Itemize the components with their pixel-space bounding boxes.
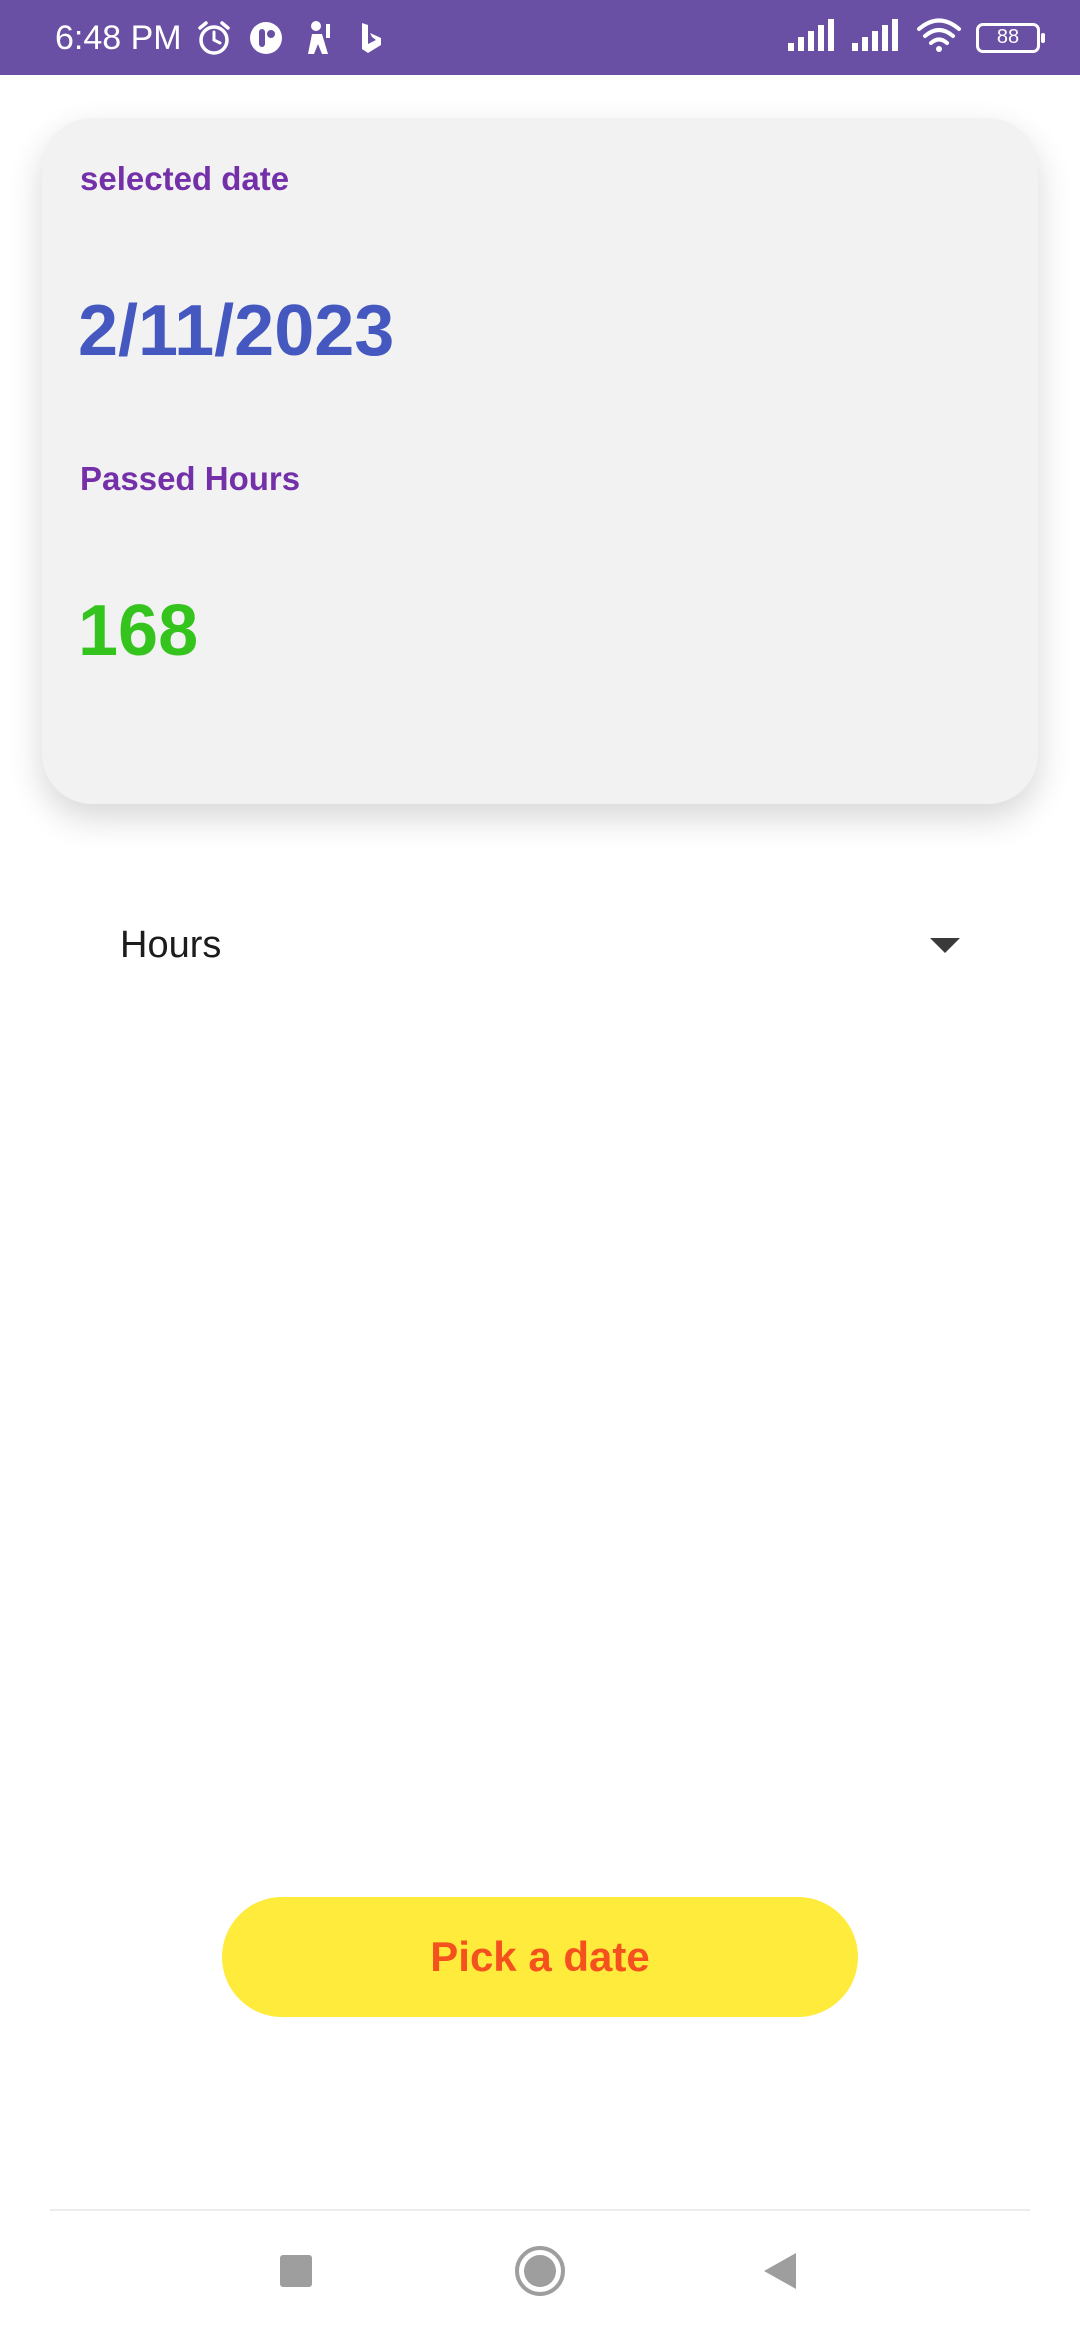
person-icon — [298, 18, 338, 58]
signal-icon — [788, 19, 838, 56]
pick-date-button[interactable]: Pick a date — [222, 1897, 858, 2017]
home-icon — [515, 2246, 565, 2296]
wifi-icon — [916, 18, 962, 57]
alarm-icon — [194, 18, 234, 58]
unit-dropdown[interactable]: Hours — [100, 905, 980, 985]
status-left: 6:48 PM — [55, 0, 390, 75]
selected-date-label: selected date — [80, 160, 290, 197]
status-time: 6:48 PM — [55, 18, 182, 57]
bing-icon — [350, 18, 390, 58]
dropdown-selected-value: Hours — [120, 923, 222, 966]
home-button[interactable] — [500, 2231, 580, 2311]
back-button[interactable] — [740, 2231, 820, 2311]
info-card: selected date 2/11/2023 Passed Hours 168 — [42, 118, 1038, 804]
status-bar: 6:48 PM 88 — [0, 0, 1080, 75]
signal-icon — [852, 19, 902, 56]
chevron-down-icon — [930, 937, 960, 953]
app-icon — [246, 18, 286, 58]
recent-apps-button[interactable] — [256, 2231, 336, 2311]
passed-hours-label: Passed Hours — [80, 460, 301, 497]
selected-date-value: 2/11/2023 — [78, 291, 395, 371]
passed-hours-value: 168 — [78, 591, 199, 671]
battery-icon: 88 — [976, 22, 1045, 53]
status-right: 88 — [788, 0, 1045, 75]
recent-apps-icon — [280, 2255, 312, 2287]
back-icon — [764, 2253, 796, 2289]
navigation-bar — [0, 2211, 1080, 2340]
